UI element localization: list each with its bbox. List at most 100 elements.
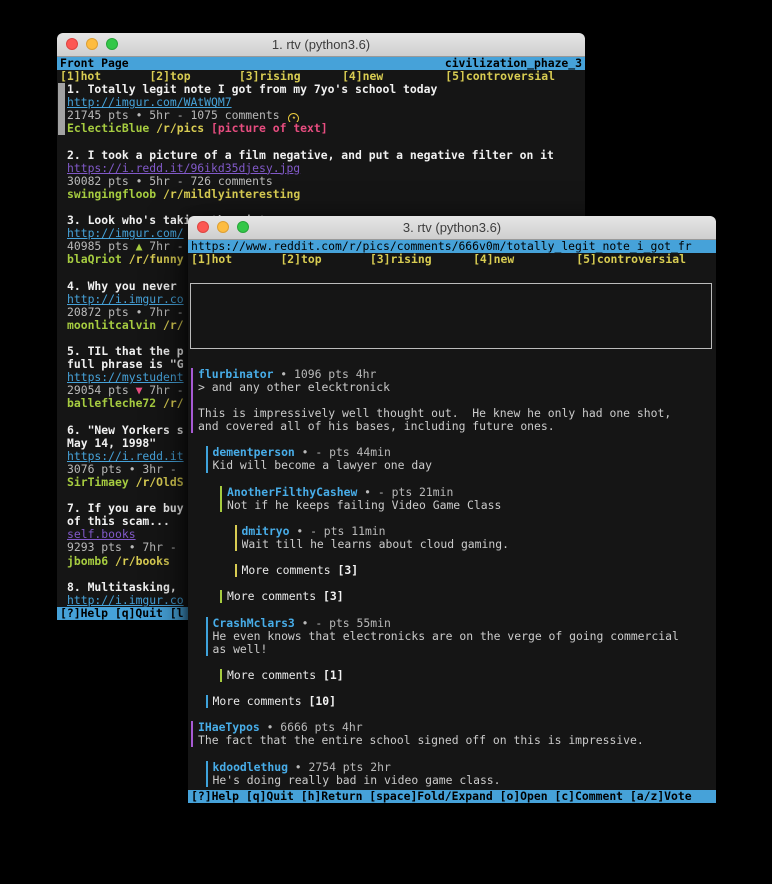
- terminal-line: [188, 747, 716, 760]
- submission-link[interactable]: http://imgur.com/WAtWQM7: [253, 328, 418, 329]
- post-title: 6. "New Yorkers s: [67, 424, 184, 437]
- post-meta: [156, 319, 163, 332]
- subreddit-name: /r/OldS: [136, 476, 184, 489]
- status-bar: [?]Help [q]Quit [h]Return [space]Fold/Ex…: [188, 790, 716, 803]
- maximize-button[interactable]: [106, 38, 118, 50]
- terminal-line: http://imgur.com/WAtWQM7: [198, 315, 711, 328]
- comment-text: This is impressively well thought out. H…: [198, 407, 671, 420]
- post-meta: [129, 476, 136, 489]
- post-title: 1. Totally legit note I got from my 7yo'…: [67, 83, 437, 96]
- post-link-visited[interactable]: https://i.redd.it/96ikd35djesy.jpg: [67, 162, 300, 175]
- post-meta: [156, 188, 163, 201]
- comment-meta: • - pts 44min: [295, 446, 391, 459]
- terminal-line: [188, 355, 716, 368]
- post-meta: [156, 397, 163, 410]
- comment-meta: • - pts 55min: [295, 617, 391, 630]
- more-comments[interactable]: More comments [1]: [220, 669, 716, 682]
- page-title: Front Page: [60, 57, 129, 70]
- terminal-line: [188, 266, 716, 279]
- more-comments-count: [3]: [323, 590, 344, 603]
- close-button[interactable]: [66, 38, 78, 50]
- submission-points: 23771 pts • 1155 comments: [253, 341, 431, 342]
- tab-3rising[interactable]: [3]rising: [239, 70, 301, 83]
- post-title: 5. TIL that the p: [67, 345, 184, 358]
- tab-4new[interactable]: [4]new: [342, 70, 383, 83]
- terminal-line: and covered all of his bases, including …: [198, 420, 716, 433]
- window-title: 3. rtv (python3.6): [403, 220, 501, 235]
- comment-meta: • - pts 21min: [357, 486, 453, 499]
- post-title: full phrase is "G: [67, 358, 184, 371]
- comment-author[interactable]: CrashMclars3: [213, 617, 295, 630]
- terminal-line: EclecticBlue [picture of text] 5hr pics: [198, 302, 711, 315]
- post-meta: 3076 pts • 3hr -: [67, 463, 184, 476]
- titlebar[interactable]: 3. rtv (python3.6): [188, 216, 716, 240]
- tab-2top[interactable]: [2]top: [280, 253, 321, 266]
- tab-5controversial[interactable]: [5]controversial: [576, 253, 686, 266]
- tab-2top[interactable]: [2]top: [149, 70, 190, 83]
- post-row[interactable]: 2. I took a picture of a film negative, …: [57, 149, 585, 201]
- post-link[interactable]: http://i.imgur.co: [67, 293, 184, 306]
- comment-author[interactable]: kdoodlethug: [213, 761, 288, 774]
- comment-author[interactable]: IHaeTypos: [198, 721, 260, 734]
- window-rtv-comments[interactable]: 3. rtv (python3.6) https://www.reddit.co…: [188, 216, 716, 803]
- selection-indicator: [58, 83, 65, 134]
- post-link[interactable]: https://mystudent: [67, 371, 184, 384]
- flair-tag: [picture of text]: [342, 314, 459, 315]
- url-bar[interactable]: https://www.reddit.com/r/pics/comments/6…: [188, 240, 716, 253]
- terminal-line: dementperson • - pts 44min: [213, 446, 717, 459]
- post-link[interactable]: https://i.redd.it: [67, 450, 184, 463]
- terminal-line: 2. I took a picture of a film negative, …: [57, 149, 585, 162]
- terminal-line: [57, 201, 585, 214]
- terminal-line: He even knows that electronicks are on t…: [213, 630, 717, 643]
- post-link-visited[interactable]: self.books: [67, 528, 136, 541]
- submission-box: Totally legit note I got from my 7yo's s…: [190, 283, 712, 348]
- logged-in-username: civilization_phaze_3: [445, 57, 582, 70]
- terminal-line: The fact that the entire school signed o…: [198, 734, 716, 747]
- comment: dmitryo • - pts 11minWait till he learns…: [235, 525, 717, 551]
- terminal-line: [188, 512, 716, 525]
- more-comments[interactable]: More comments [10]: [206, 695, 717, 708]
- tab-5controversial[interactable]: [5]controversial: [445, 70, 555, 83]
- post-meta: 29054 pts: [67, 384, 136, 397]
- titlebar[interactable]: 1. rtv (python3.6): [57, 33, 585, 57]
- comment-meta: • 2754 pts 2hr: [288, 761, 391, 774]
- minimize-button[interactable]: [86, 38, 98, 50]
- tab-4new[interactable]: [4]new: [473, 253, 514, 266]
- comment-text: > and any other elecktronick: [198, 381, 390, 394]
- post-link[interactable]: http://imgur.com/: [67, 227, 184, 240]
- comment: AnotherFilthyCashew • - pts 21minNot if …: [220, 486, 716, 512]
- author-name: EclecticBlue: [253, 314, 335, 315]
- comment-meta: • 1096 pts 4hr: [273, 368, 376, 381]
- more-comments[interactable]: More comments [3]: [220, 590, 716, 603]
- submission-meta: 5hr pics: [466, 314, 521, 315]
- terminal-line: [188, 577, 716, 590]
- more-comments[interactable]: More comments [3]: [235, 564, 717, 577]
- comment-author[interactable]: dementperson: [213, 446, 295, 459]
- comment-author[interactable]: AnotherFilthyCashew: [227, 486, 357, 499]
- subreddit-name: /r/books: [115, 555, 170, 568]
- comment-author[interactable]: dmitryo: [242, 525, 290, 538]
- more-comments-label: More comments: [242, 564, 338, 577]
- post-link[interactable]: http://i.imgur.co: [67, 594, 184, 607]
- comment-author[interactable]: flurbinator: [198, 368, 273, 381]
- post-title: of this scam...: [67, 515, 170, 528]
- post-title: May 14, 1998": [67, 437, 156, 450]
- comment: dementperson • - pts 44minKid will becom…: [206, 446, 717, 472]
- minimize-button[interactable]: [217, 221, 229, 233]
- post-meta: 40985 pts: [67, 240, 136, 253]
- comment: kdoodlethug • 2754 pts 2hrHe's doing rea…: [206, 761, 717, 787]
- terminal-line: He's doing really bad in video game clas…: [213, 774, 717, 787]
- tab-1hot[interactable]: [1]hot: [60, 70, 101, 83]
- maximize-button[interactable]: [237, 221, 249, 233]
- sort-tabs: [1]hot [2]top [3]rising [4]new [5]controvers…: [57, 70, 585, 83]
- subreddit-name: /r/pics: [156, 122, 204, 135]
- close-button[interactable]: [197, 221, 209, 233]
- terminal-line: dmitryo • - pts 11min: [242, 525, 717, 538]
- tab-1hot[interactable]: [1]hot: [191, 253, 232, 266]
- post-row[interactable]: 1. Totally legit note I got from my 7yo'…: [57, 83, 585, 135]
- more-comments-count: [3]: [338, 564, 359, 577]
- post-link[interactable]: http://imgur.com/WAtWQM7: [67, 96, 232, 109]
- comment-list: flurbinator • 1096 pts 4hr> and any othe…: [188, 368, 716, 787]
- tab-3rising[interactable]: [3]rising: [370, 253, 432, 266]
- terminal-line: swingingfloob /r/mildlyinteresting: [57, 188, 585, 201]
